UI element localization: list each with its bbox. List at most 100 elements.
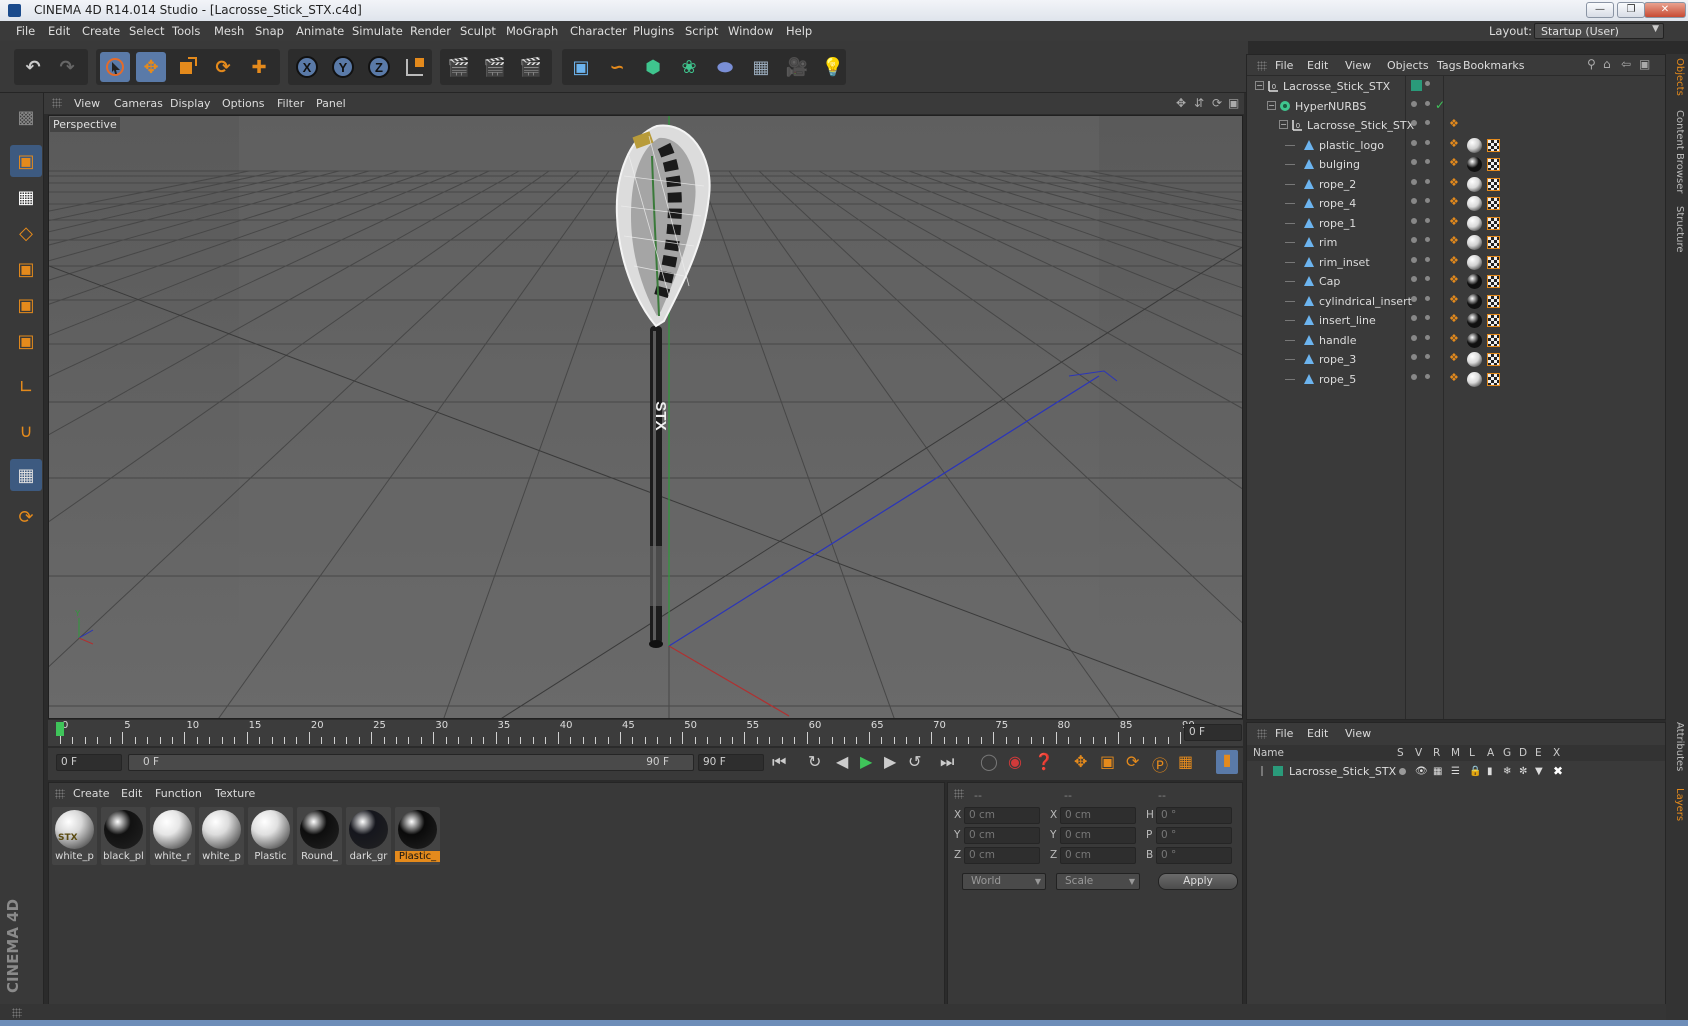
go-to-start-icon[interactable]: ⏮ <box>772 752 786 772</box>
uvw-tag-icon[interactable] <box>1487 372 1500 386</box>
object-tree-row[interactable]: Cap ❖ <box>1247 272 1665 291</box>
render-picture-viewer-icon[interactable]: 🎬 <box>480 52 510 82</box>
object-tree-row[interactable]: rope_2 ❖ <box>1247 175 1665 194</box>
object-tree-row[interactable]: − 0 Lacrosse_Stick_STX <box>1247 77 1665 96</box>
render-visibility-dot[interactable] <box>1425 159 1430 164</box>
deformer-icon[interactable]: ⬬ <box>710 52 740 82</box>
layer-column-header[interactable]: D <box>1519 747 1527 759</box>
rotate-tool-icon[interactable]: ⟳ <box>208 52 238 82</box>
render-visibility-dot[interactable] <box>1425 178 1430 184</box>
object-tree-row[interactable]: − 0 Lacrosse_Stick_STX ❖ <box>1247 116 1665 135</box>
phong-tag-icon[interactable]: ❖ <box>1449 234 1459 247</box>
editor-visibility-dot[interactable] <box>1411 178 1417 185</box>
menu-render[interactable]: Render <box>410 24 451 38</box>
material-tag-icon[interactable] <box>1467 313 1482 328</box>
material-tag-icon[interactable] <box>1467 371 1482 387</box>
viewport-menu-filter[interactable]: Filter <box>277 97 304 110</box>
render-visibility-dot[interactable] <box>1425 295 1430 301</box>
layers-menu-edit[interactable]: Edit <box>1307 727 1328 740</box>
editor-visibility-dot[interactable] <box>1411 276 1417 282</box>
menu-select[interactable]: Select <box>129 24 164 38</box>
tab-structure[interactable]: Structure <box>1669 206 1685 262</box>
axis-mode-icon[interactable]: ∟ <box>10 371 42 403</box>
editor-visibility-dot[interactable] <box>1411 100 1417 107</box>
object-name[interactable]: cylindrical_insert <box>1319 295 1412 308</box>
visibility-eye-icon[interactable]: 👁 <box>1415 766 1428 777</box>
object-name[interactable]: bulging <box>1319 158 1360 171</box>
close-button[interactable]: ✕ <box>1644 2 1686 18</box>
coord-value-field[interactable]: 0 ° <box>1156 807 1232 824</box>
texture-mode-icon[interactable]: ▦ <box>10 181 42 213</box>
solo-toggle-icon[interactable] <box>1399 768 1406 775</box>
viewport-dolly-icon[interactable]: ⇵ <box>1194 96 1204 110</box>
model-mode-icon[interactable]: ▣ <box>10 145 42 177</box>
layers-menu-file[interactable]: File <box>1275 727 1293 740</box>
material-swatch[interactable]: white_r <box>150 807 195 865</box>
viewport-menu-cameras[interactable]: Cameras <box>114 97 163 110</box>
coordinate-system-icon[interactable] <box>400 52 430 82</box>
object-tree-row[interactable]: rope_5 ❖ <box>1247 370 1665 389</box>
viewport-menu-options[interactable]: Options <box>222 97 264 110</box>
floor-icon[interactable]: ▦ <box>746 52 776 82</box>
layer-row[interactable]: Lacrosse_Stick_STX 👁 ▦ ☰ 🔒 ▮ ❄ ✼ ▼ ✖ <box>1247 763 1665 781</box>
end-frame-field[interactable]: 90 F <box>698 754 764 771</box>
coord-value-field[interactable]: 0 cm <box>1060 807 1136 824</box>
render-settings-icon[interactable]: 🎬 <box>516 52 546 82</box>
timeline-window-icon[interactable]: ▮ <box>1216 750 1238 774</box>
object-name[interactable]: rope_3 <box>1319 353 1356 366</box>
edges-mode-icon[interactable]: ▣ <box>10 289 42 321</box>
viewport-menu-panel[interactable]: Panel <box>316 97 346 110</box>
go-to-end-icon[interactable]: ⏭ <box>940 752 954 772</box>
phong-tag-icon[interactable]: ❖ <box>1449 137 1459 150</box>
expand-toggle-icon[interactable]: − <box>1255 81 1264 90</box>
restore-button[interactable]: ❐ <box>1617 2 1645 18</box>
menu-animate[interactable]: Animate <box>296 24 344 38</box>
menu-snap[interactable]: Snap <box>255 24 284 38</box>
previous-frame-icon[interactable]: ◀ <box>836 752 848 771</box>
uvw-tag-icon[interactable] <box>1487 158 1500 171</box>
material-tag-icon[interactable] <box>1467 176 1482 192</box>
coord-mode-select[interactable]: World ▼ <box>962 873 1046 890</box>
object-name[interactable]: handle <box>1319 334 1357 347</box>
layer-column-header[interactable]: V <box>1415 747 1422 759</box>
tab-layers[interactable]: Layers <box>1669 788 1685 828</box>
material-swatch[interactable]: Round_ <box>297 807 342 865</box>
uvw-tag-icon[interactable] <box>1487 255 1500 269</box>
uvw-tag-icon[interactable] <box>1487 353 1500 366</box>
phong-tag-icon[interactable]: ❖ <box>1449 293 1459 306</box>
current-frame-field[interactable]: 0 F <box>1184 724 1242 741</box>
viewport-menu-view[interactable]: View <box>74 97 100 110</box>
layer-column-header[interactable]: X <box>1553 747 1560 759</box>
timeline-ruler[interactable]: 051015202530354045505560657075808590 0 F <box>48 720 1243 746</box>
editor-visibility-dot[interactable] <box>1411 139 1417 146</box>
render-visibility-dot[interactable] <box>1425 100 1430 106</box>
menu-sculpt[interactable]: Sculpt <box>460 24 496 38</box>
phong-tag-icon[interactable]: ❖ <box>1449 156 1459 169</box>
object-tree-row[interactable]: handle ❖ <box>1247 331 1665 350</box>
object-name[interactable]: rope_1 <box>1319 217 1356 230</box>
render-visibility-dot[interactable] <box>1425 276 1430 281</box>
coord-value-field[interactable]: 0 ° <box>1156 847 1232 864</box>
render-visibility-dot[interactable] <box>1425 315 1430 320</box>
editor-visibility-dot[interactable] <box>1411 315 1417 321</box>
next-frame-icon[interactable]: ▶ <box>884 752 896 771</box>
start-frame-field[interactable]: 0 F <box>56 754 122 771</box>
redo-icon[interactable]: ↷ <box>52 52 82 82</box>
menu-window[interactable]: Window <box>728 24 773 38</box>
x-axis-lock-icon[interactable]: X <box>292 52 322 82</box>
tab-objects[interactable]: Objects <box>1669 58 1685 104</box>
menu-mesh[interactable]: Mesh <box>214 24 244 38</box>
planar-workplane-icon[interactable]: ⟳ <box>10 501 42 533</box>
object-name[interactable]: Cap <box>1319 275 1340 288</box>
uvw-tag-icon[interactable] <box>1487 177 1500 191</box>
menu-simulate[interactable]: Simulate <box>352 24 403 38</box>
timeline-playhead[interactable] <box>56 722 64 736</box>
uvw-tag-icon[interactable] <box>1487 216 1500 230</box>
menu-script[interactable]: Script <box>685 24 718 38</box>
layer-color-swatch[interactable] <box>1411 80 1422 91</box>
coord-value-field[interactable]: 0 cm <box>964 827 1040 844</box>
object-tree-row[interactable]: rope_1 ❖ <box>1247 214 1665 233</box>
render-visibility-dot[interactable] <box>1425 217 1430 223</box>
material-swatch[interactable]: STX white_p <box>52 807 97 865</box>
objects-menu-view[interactable]: View <box>1345 59 1371 72</box>
